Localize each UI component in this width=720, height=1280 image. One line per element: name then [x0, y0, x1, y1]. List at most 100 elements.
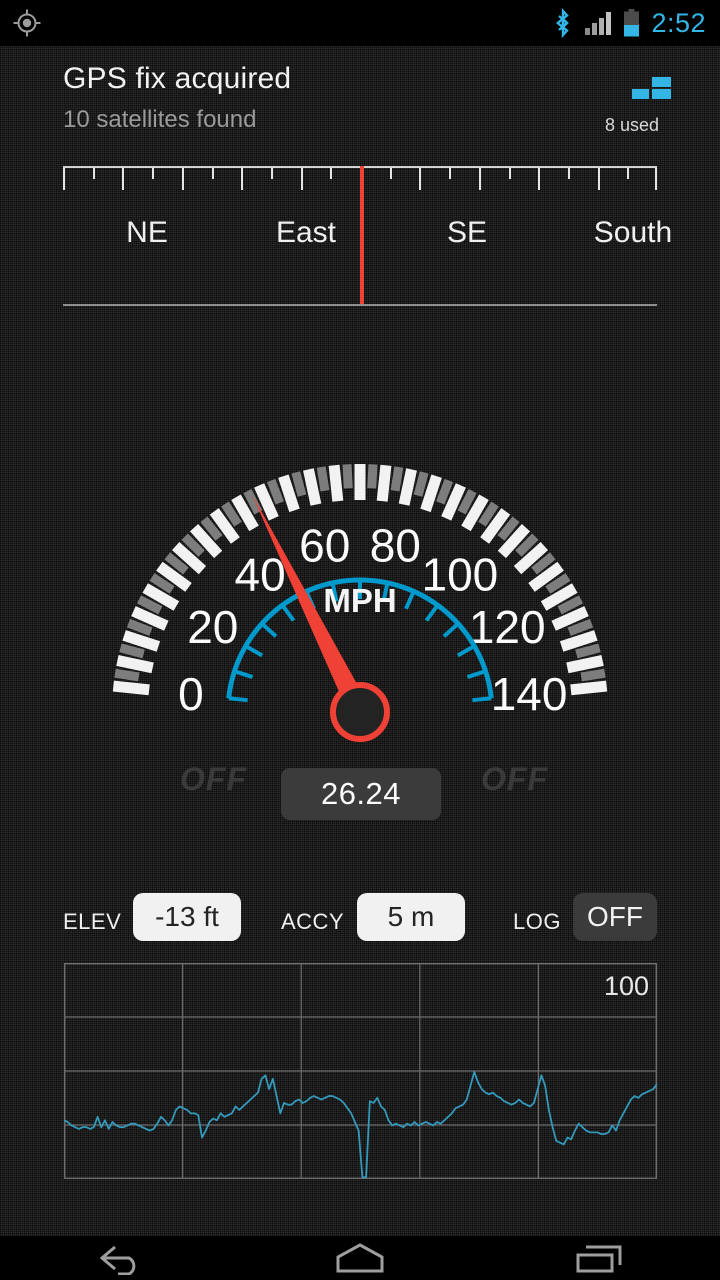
- gauge-tick: [562, 635, 596, 646]
- phone-screen: 2:52 GPS fix acquired 10 satellites foun…: [0, 0, 720, 1280]
- gauge-tick: [571, 686, 607, 690]
- gauge-tick: [382, 465, 386, 501]
- nav-back-button[interactable]: [60, 1236, 180, 1280]
- nav-home-button[interactable]: [300, 1236, 420, 1280]
- satellites-used-label: 8 used: [605, 115, 659, 136]
- bluetooth-icon: [553, 8, 573, 38]
- compass-tick: [627, 168, 629, 179]
- gauge-scale-label: 140: [491, 668, 568, 720]
- nav-recents-button[interactable]: [540, 1236, 660, 1280]
- gauge-inner-tick: [467, 671, 485, 677]
- speedometer-gauge[interactable]: 020406080100120140 MPH: [50, 316, 670, 816]
- log-toggle-pill[interactable]: OFF: [573, 893, 657, 941]
- gauge-tick: [576, 648, 599, 654]
- speed-history-chart[interactable]: 100: [64, 963, 657, 1179]
- gauge-needle-hub: [333, 685, 387, 739]
- chart-max-label: 100: [604, 971, 649, 1002]
- compass-tick: [63, 168, 65, 190]
- compass-tick: [568, 168, 570, 179]
- compass-tick: [390, 168, 392, 179]
- compass-tick: [598, 168, 600, 190]
- gauge-inner-tick: [229, 698, 248, 700]
- gauge-tick: [334, 465, 338, 501]
- gauge-tick: [296, 472, 302, 495]
- elevation-value-pill[interactable]: -13 ft: [133, 893, 241, 941]
- gauge-svg: 020406080100120140 MPH: [50, 316, 670, 816]
- gauge-tick: [567, 660, 602, 667]
- left-off-label: OFF: [180, 761, 247, 798]
- compass-tick: [330, 168, 332, 179]
- gauge-tick: [115, 673, 139, 677]
- compass-tick: [212, 168, 214, 179]
- compass-tick: [271, 168, 273, 179]
- gauge-tick: [372, 464, 373, 488]
- gauge-tick: [347, 464, 348, 488]
- satellite-signal-bars-icon[interactable]: [632, 73, 672, 101]
- gauge-tick: [271, 480, 280, 502]
- compass-tick: [538, 168, 540, 190]
- compass-tick: [509, 168, 511, 179]
- gauge-inner-tick: [246, 646, 262, 656]
- compass-strip[interactable]: NEEastSESouth: [63, 166, 657, 306]
- compass-label-south: South: [594, 216, 672, 250]
- app-content: GPS fix acquired 10 satellites found 8 u…: [0, 46, 720, 1236]
- gauge-tick: [404, 469, 411, 504]
- gauge-tick: [426, 476, 437, 510]
- compass-tick: [93, 168, 95, 179]
- elevation-label: ELEV: [63, 909, 121, 935]
- gauge-scale-label: 80: [370, 520, 421, 572]
- accuracy-value: 5 m: [388, 901, 435, 933]
- elevation-value: -13 ft: [155, 901, 219, 933]
- gauge-tick: [283, 476, 294, 510]
- gauge-scale-label: 100: [422, 549, 499, 601]
- home-icon: [332, 1241, 388, 1275]
- gauge-tick: [581, 673, 605, 677]
- compass-tick: [122, 168, 124, 190]
- compass-label-se: SE: [447, 216, 487, 250]
- gauge-tick: [418, 472, 424, 495]
- gauge-tick: [128, 623, 150, 632]
- accuracy-value-pill[interactable]: 5 m: [357, 893, 465, 941]
- gauge-scale-label: 0: [178, 668, 204, 720]
- compass-tick: [182, 168, 184, 190]
- log-value: OFF: [587, 901, 643, 933]
- compass-tick: [419, 168, 421, 190]
- gauge-tick: [395, 467, 399, 491]
- gauge-inner-tick: [472, 698, 491, 700]
- compass-tick: [449, 168, 451, 179]
- compass-tick: [479, 168, 481, 190]
- gauge-tick: [124, 635, 158, 646]
- gauge-tick: [113, 686, 149, 690]
- gps-header: GPS fix acquired 10 satellites found 8 u…: [0, 46, 720, 150]
- compass-tick: [301, 168, 303, 190]
- gauge-tick: [117, 660, 152, 667]
- gauge-scale-label: 60: [299, 520, 350, 572]
- gauge-scale-label: 120: [469, 601, 546, 653]
- status-bar-clock: 2:52: [651, 8, 706, 39]
- gps-crosshair-icon: [12, 8, 42, 38]
- gauge-tick: [440, 480, 449, 502]
- compass-heading-needle: [360, 166, 364, 304]
- back-icon: [93, 1241, 147, 1275]
- gauge-inner-tick: [444, 624, 458, 637]
- gauge-inner-tick: [406, 591, 414, 608]
- stats-row: ELEV -13 ft ACCY 5 m LOG OFF: [0, 891, 720, 953]
- gauge-inner-tick: [262, 624, 276, 637]
- compass-label-ne: NE: [126, 216, 168, 250]
- compass-tick: [152, 168, 154, 179]
- speed-readout[interactable]: 26.24: [281, 768, 441, 820]
- speed-readout-value: 26.24: [321, 776, 401, 812]
- status-bar-right: 2:52: [553, 8, 706, 39]
- accuracy-label: ACCY: [281, 909, 344, 935]
- compass-bottom-rule: [63, 304, 657, 306]
- status-bar-left: [12, 8, 42, 38]
- cell-signal-icon: [584, 10, 612, 36]
- gps-status-title: GPS fix acquired: [63, 62, 291, 96]
- right-off-label: OFF: [481, 761, 548, 798]
- compass-tick: [655, 168, 657, 190]
- gauge-unit-label: MPH: [323, 582, 396, 619]
- gauge-scale-label: 20: [187, 601, 238, 653]
- satellites-found-label: 10 satellites found: [63, 106, 256, 134]
- gauge-tick: [321, 467, 325, 491]
- compass-tick: [241, 168, 243, 190]
